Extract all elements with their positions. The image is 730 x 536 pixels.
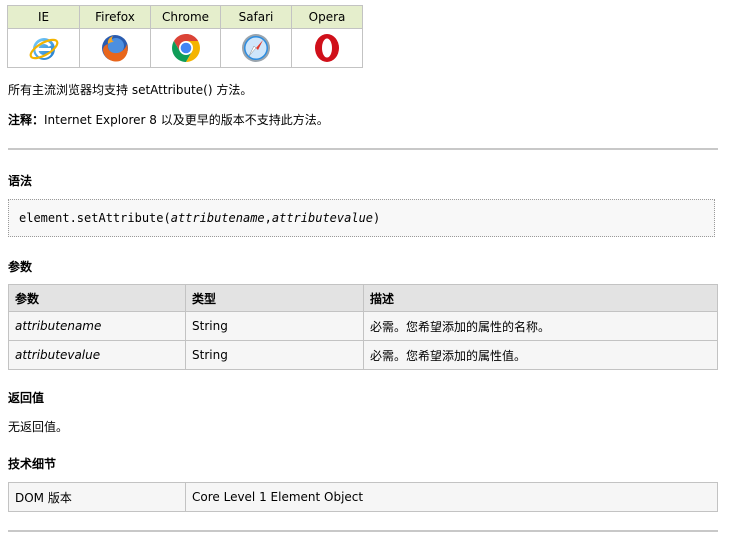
table-row: attributename String 必需。您希望添加的属性的名称。 — [8, 311, 718, 341]
tech-details-heading: 技术细节 — [8, 457, 57, 471]
browser-header-chrome: Chrome — [150, 5, 221, 29]
note-line: 注释：Internet Explorer 8 以及更早的版本不支持此方法。 — [8, 112, 329, 128]
params-col-type: 类型 — [185, 284, 364, 312]
params-heading: 参数 — [8, 260, 33, 274]
browser-header-firefox: Firefox — [79, 5, 151, 29]
browser-cell-chrome — [150, 28, 221, 68]
table-row: DOM 版本 Core Level 1 Element Object — [8, 482, 718, 512]
browser-header-row: IE Firefox Chrome Safari Opera — [7, 5, 363, 29]
browser-icon-row — [7, 28, 363, 68]
opera-icon — [311, 32, 343, 64]
browser-header-ie: IE — [7, 5, 80, 29]
return-heading: 返回值 — [8, 391, 45, 405]
ie-icon — [28, 32, 60, 64]
param-desc-cell: 必需。您希望添加的属性值。 — [363, 340, 718, 370]
browser-support-table: IE Firefox Chrome Safari Opera — [7, 5, 363, 68]
param-name-cell: attributevalue — [8, 340, 186, 370]
tech-details-table: DOM 版本 Core Level 1 Element Object — [8, 482, 718, 512]
note-text: Internet Explorer 8 以及更早的版本不支持此方法。 — [44, 113, 329, 127]
dom-version-value: Core Level 1 Element Object — [185, 482, 718, 512]
param-type-cell: String — [185, 340, 364, 370]
browser-cell-ie — [7, 28, 80, 68]
param-desc-cell: 必需。您希望添加的属性的名称。 — [363, 311, 718, 341]
browser-cell-safari — [220, 28, 292, 68]
syntax-heading: 语法 — [8, 174, 33, 188]
firefox-icon — [99, 32, 131, 64]
browser-header-safari: Safari — [220, 5, 292, 29]
params-header-row: 参数 类型 描述 — [8, 284, 718, 312]
params-col-name: 参数 — [8, 284, 186, 312]
dom-version-label: DOM 版本 — [8, 482, 186, 512]
code-prefix: element.setAttribute( — [19, 211, 171, 225]
browser-cell-firefox — [79, 28, 151, 68]
syntax-code-box: element.setAttribute(attributename,attri… — [8, 199, 715, 237]
note-label: 注释： — [8, 113, 45, 127]
params-table: 参数 类型 描述 attributename String 必需。您希望添加的属… — [8, 284, 718, 370]
browser-cell-opera — [291, 28, 363, 68]
divider — [8, 148, 718, 150]
param-name-cell: attributename — [8, 311, 186, 341]
code-separator: , — [264, 211, 272, 225]
code-param-value: attributevalue — [271, 211, 374, 225]
divider — [8, 530, 718, 532]
page: IE Firefox Chrome Safari Opera 所有主流浏览器均支… — [0, 0, 730, 536]
browser-header-opera: Opera — [291, 5, 363, 29]
chrome-icon — [170, 32, 202, 64]
support-text: 所有主流浏览器均支持 setAttribute() 方法。 — [8, 83, 253, 97]
param-type-cell: String — [185, 311, 364, 341]
code-suffix: ) — [373, 211, 381, 225]
code-param-name: attributename — [170, 211, 265, 225]
safari-icon — [240, 32, 272, 64]
table-row: attributevalue String 必需。您希望添加的属性值。 — [8, 340, 718, 370]
params-col-desc: 描述 — [363, 284, 718, 312]
return-text: 无返回值。 — [8, 420, 69, 434]
